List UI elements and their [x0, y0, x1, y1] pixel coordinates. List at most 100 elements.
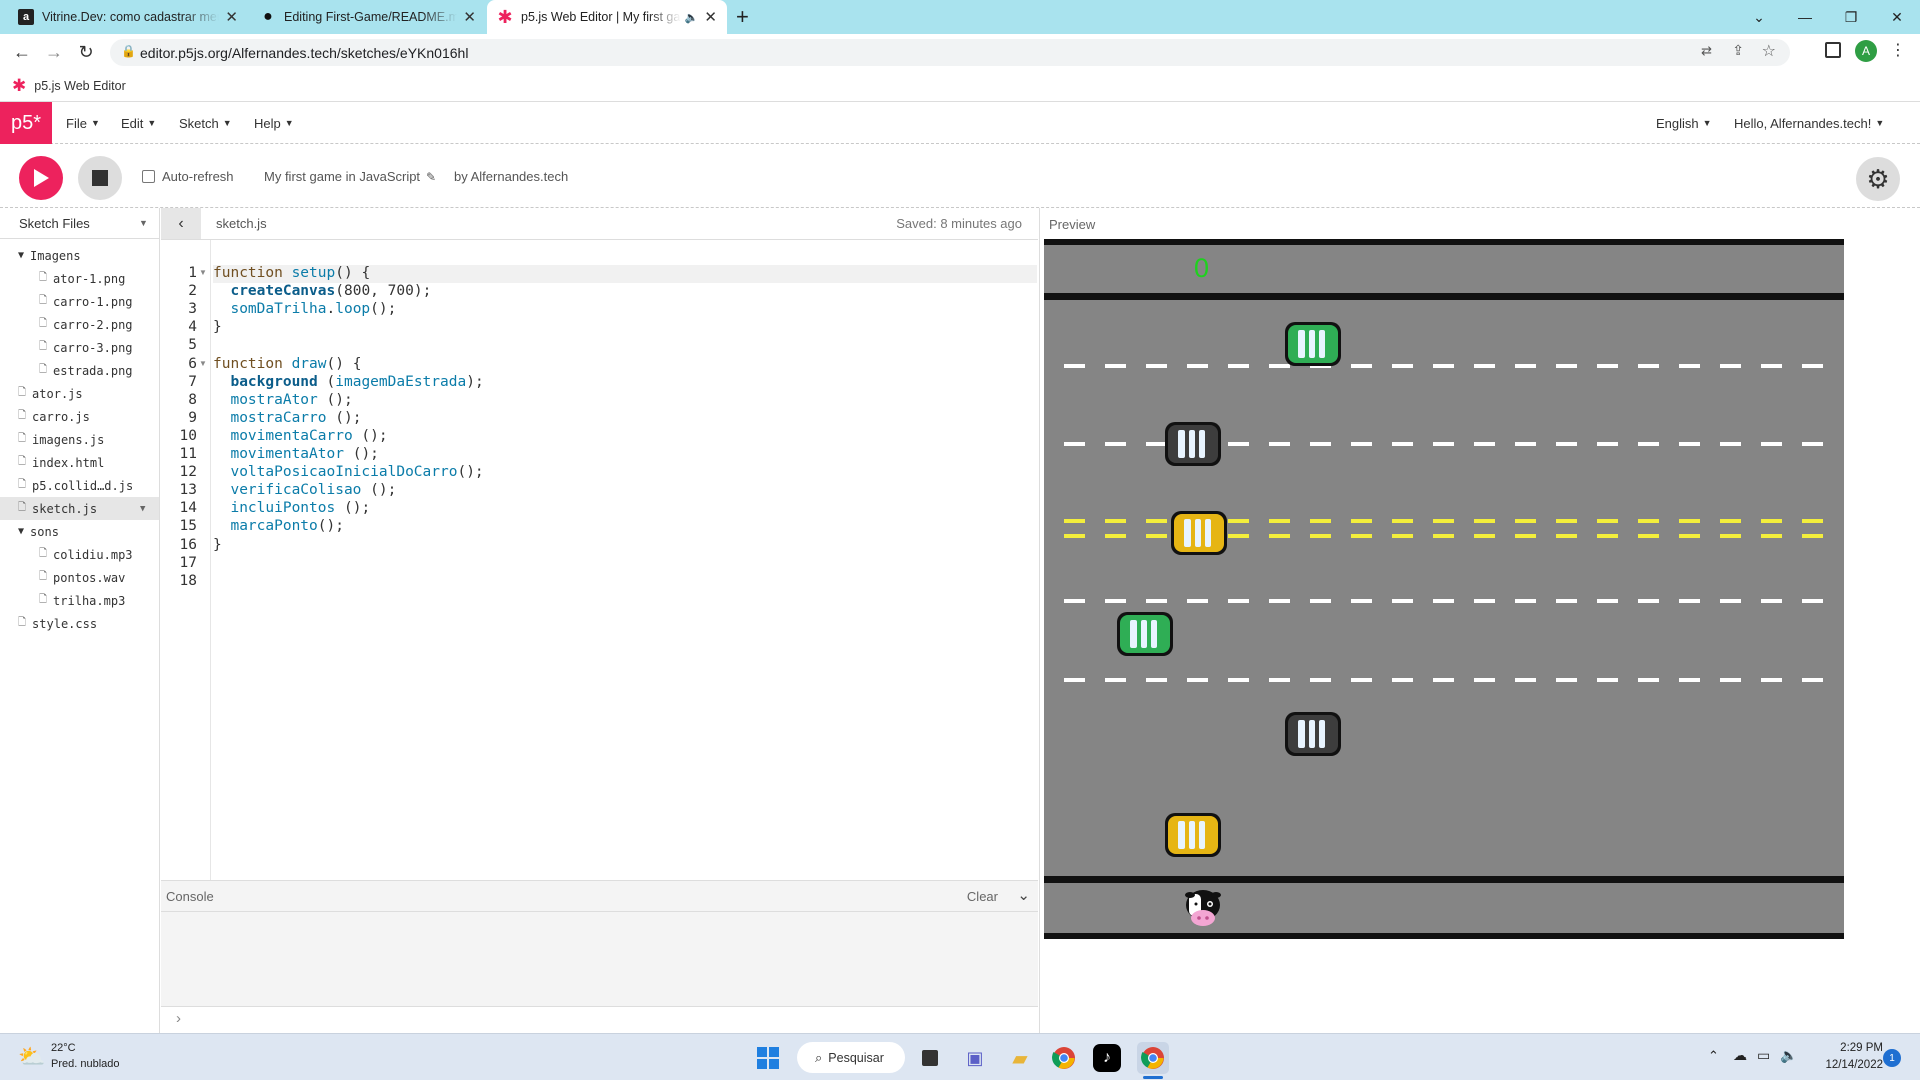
center-line-dash	[1310, 519, 1331, 523]
game-canvas[interactable]: 0	[1044, 239, 1844, 939]
console-clear-button[interactable]: Clear	[967, 889, 998, 904]
back-icon[interactable]: ←	[6, 36, 38, 68]
browser-tab-github[interactable]: ● Editing First-Game/README.md ✕	[250, 0, 486, 34]
browser-tab-vitrine[interactable]: a Vitrine.Dev: como cadastrar meu ✕	[8, 0, 248, 34]
file-item[interactable]: 🗋 estrada.png	[0, 359, 159, 382]
file-item[interactable]: 🗋 carro-2.png	[0, 313, 159, 336]
lane-dash	[1638, 599, 1659, 603]
chrome-icon[interactable]	[1048, 1042, 1080, 1074]
file-item[interactable]: 🗋 carro.js	[0, 405, 159, 428]
chevron-down-icon[interactable]: ⌄	[1017, 886, 1030, 904]
file-item[interactable]: 🗋 style.css	[0, 612, 159, 635]
menu-help[interactable]: Help ▼	[254, 102, 294, 144]
center-line-dash	[1228, 519, 1249, 523]
forward-icon[interactable]: →	[38, 36, 70, 68]
close-tab-icon[interactable]: ✕	[463, 8, 476, 26]
user-greeting: Hello, Alfernandes.tech!	[1734, 115, 1872, 131]
car-sprite	[1164, 812, 1222, 858]
reload-icon[interactable]: ↻	[70, 36, 102, 68]
file-item[interactable]: 🗋 carro-3.png	[0, 336, 159, 359]
share-icon[interactable]: ⇪	[1732, 42, 1744, 59]
bookmark-p5-editor[interactable]: p5.js Web Editor	[34, 79, 125, 93]
file-item[interactable]: 🗋 colidiu.mp3	[0, 543, 159, 566]
folder-item[interactable]: ▼ sons	[0, 520, 159, 543]
audio-playing-icon[interactable]: 🔈	[685, 11, 699, 24]
close-tab-icon[interactable]: ✕	[704, 8, 717, 26]
lock-icon: 🔒	[121, 44, 136, 58]
file-item[interactable]: 🗋 sketch.js ▼	[0, 497, 159, 520]
auto-refresh-checkbox[interactable]	[142, 170, 155, 183]
file-item[interactable]: 🗋 index.html	[0, 451, 159, 474]
task-view-icon[interactable]	[914, 1042, 946, 1074]
sketch-name[interactable]: My first game in JavaScript ✎	[264, 169, 436, 184]
file-item[interactable]: 🗋 ator.js	[0, 382, 159, 405]
p5-logo[interactable]: p5*	[0, 102, 52, 144]
collapse-sidebar-icon[interactable]: ‹	[161, 208, 201, 239]
tiktok-icon[interactable]: ♪	[1093, 1044, 1121, 1072]
file-options-icon[interactable]: ▼	[140, 504, 145, 514]
center-line-dash	[1351, 534, 1372, 538]
language-select[interactable]: English ▼	[1656, 102, 1712, 144]
code-editor[interactable]: function setup() { createCanvas(800, 700…	[213, 240, 1037, 880]
restore-icon[interactable]: ❐	[1828, 0, 1874, 34]
file-item[interactable]: 🗋 p5.collid…d.js	[0, 474, 159, 497]
teams-icon[interactable]: ▣	[959, 1042, 991, 1074]
play-button[interactable]	[19, 156, 63, 200]
folder-item[interactable]: ▼ Imagens	[0, 244, 159, 267]
close-tab-icon[interactable]: ✕	[225, 8, 238, 26]
lane-dash	[1105, 442, 1126, 446]
sidebar-header: Sketch Files ▼	[0, 208, 159, 239]
pencil-icon[interactable]: ✎	[426, 170, 436, 184]
address-bar[interactable]: 🔒 editor.p5js.org/Alfernandes.tech/sketc…	[110, 39, 1790, 66]
chrome-profile-icon[interactable]	[1137, 1042, 1169, 1074]
file-item[interactable]: 🗋 imagens.js	[0, 428, 159, 451]
onedrive-icon[interactable]: ☁	[1733, 1047, 1747, 1064]
chevron-up-icon[interactable]: ⌃	[1708, 1048, 1719, 1064]
volume-icon[interactable]: 🔈	[1780, 1047, 1797, 1064]
notification-badge[interactable]: 1	[1883, 1049, 1901, 1067]
menu-edit[interactable]: Edit ▼	[121, 102, 156, 144]
cow-actor	[1182, 887, 1224, 929]
console-input[interactable]: ›	[161, 1006, 1038, 1033]
file-name: p5.collid…d.js	[32, 478, 134, 493]
line-number: 2	[188, 283, 197, 300]
weather-icon[interactable]: ⛅	[18, 1044, 45, 1070]
translate-icon[interactable]: ⇄	[1701, 43, 1712, 59]
taskbar-search[interactable]: ⌕ Pesquisar	[797, 1042, 905, 1073]
clock-time[interactable]: 2:29 PM	[1829, 1042, 1883, 1054]
bookmark-star-icon[interactable]: ☆	[1762, 41, 1776, 61]
lane-dash	[1064, 442, 1085, 446]
file-explorer-icon[interactable]: ▰	[1004, 1042, 1036, 1074]
pane-divider[interactable]	[1039, 208, 1040, 1033]
file-item[interactable]: 🗋 carro-1.png	[0, 290, 159, 313]
side-panel-icon[interactable]	[1825, 42, 1841, 58]
caret-down-icon[interactable]: ▼	[139, 218, 148, 228]
window-close-icon[interactable]: ✕	[1874, 0, 1920, 34]
clock-date[interactable]: 12/14/2022	[1812, 1059, 1883, 1071]
editor-file-tab[interactable]: sketch.js	[216, 216, 267, 231]
file-item[interactable]: 🗋 trilha.mp3	[0, 589, 159, 612]
minimize-icon[interactable]: —	[1782, 0, 1828, 34]
network-icon[interactable]: ▭	[1757, 1047, 1770, 1064]
search-label: Pesquisar	[828, 1050, 884, 1065]
file-item[interactable]: 🗋 ator-1.png	[0, 267, 159, 290]
settings-gear-icon[interactable]: ⚙	[1856, 157, 1900, 201]
file-name: sons	[30, 524, 59, 539]
user-menu[interactable]: Hello, Alfernandes.tech! ▼	[1734, 102, 1884, 144]
new-tab-icon[interactable]: +	[736, 4, 749, 30]
fold-arrow-icon[interactable]: ▼	[199, 268, 207, 277]
stop-button[interactable]	[78, 156, 122, 200]
menu-sketch[interactable]: Sketch ▼	[179, 102, 232, 144]
fold-arrow-icon[interactable]: ▼	[199, 359, 207, 368]
lane-dash	[1720, 599, 1741, 603]
file-icon: 🗋	[18, 502, 27, 513]
menu-file[interactable]: File ▼	[66, 102, 100, 144]
file-item[interactable]: 🗋 pontos.wav	[0, 566, 159, 589]
browser-menu-icon[interactable]: ⋮	[1890, 40, 1906, 60]
browser-tab-p5[interactable]: ✱ p5.js Web Editor | My first ga 🔈 ✕	[487, 0, 727, 34]
windows-start-icon[interactable]	[752, 1042, 784, 1074]
preview-label: Preview	[1049, 216, 1096, 232]
center-line-dash	[1597, 534, 1618, 538]
profile-avatar[interactable]: A	[1855, 40, 1877, 62]
tab-search-icon[interactable]: ⌄	[1736, 0, 1782, 34]
